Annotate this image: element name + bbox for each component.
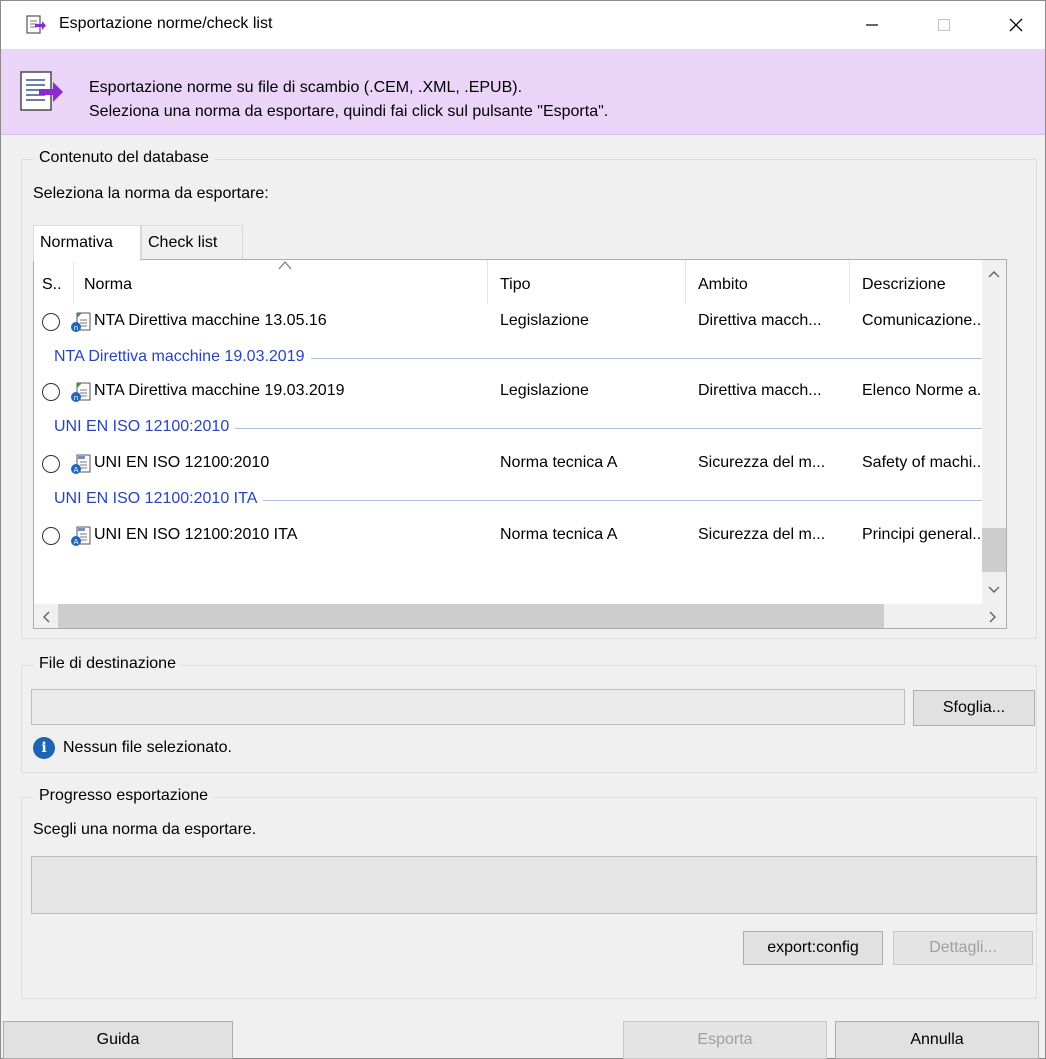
group-label: UNI EN ISO 12100:2010 ITA [54, 490, 264, 508]
column-header-tipo[interactable]: Tipo [488, 260, 686, 304]
group-header[interactable]: UNI EN ISO 12100:2010 ITA [34, 484, 1006, 514]
maximize-button[interactable] [915, 1, 973, 49]
select-norm-prompt: Seleziona la norma da esportare: [33, 185, 269, 202]
select-radio[interactable] [42, 455, 60, 473]
norms-list[interactable]: S.. Norma Tipo Ambito Descrizione n NTA … [33, 259, 1007, 629]
cell-ambito: Direttiva macch... [698, 382, 822, 399]
maximize-icon [938, 19, 950, 31]
legislation-doc-icon: n [71, 382, 91, 402]
banner-line-2: Seleziona una norma da esportare, quindi… [89, 103, 609, 120]
destination-file-input[interactable] [31, 689, 905, 725]
list-item[interactable]: A UNI EN ISO 12100:2010 Norma tecnica A … [34, 446, 1006, 482]
select-radio[interactable] [42, 383, 60, 401]
export-app-icon [26, 15, 46, 34]
cell-ambito: Sicurezza del m... [698, 454, 826, 471]
details-button[interactable]: Dettagli... [893, 931, 1033, 965]
vertical-scroll-thumb[interactable] [982, 528, 1006, 572]
window-title: Esportazione norme/check list [59, 15, 273, 32]
export-progress-bar [31, 856, 1037, 914]
title-bar: Esportazione norme/check list [1, 1, 1045, 49]
cell-norma: UNI EN ISO 12100:2010 ITA [94, 526, 298, 543]
cell-norma: NTA Direttiva macchine 13.05.16 [94, 312, 327, 329]
close-button[interactable] [987, 1, 1045, 49]
cell-tipo: Norma tecnica A [500, 526, 618, 543]
standard-doc-icon: A [71, 454, 91, 474]
svg-text:n: n [74, 324, 78, 332]
minimize-button[interactable] [843, 1, 901, 49]
column-header-ambito[interactable]: Ambito [686, 260, 850, 304]
group-label: NTA Direttiva macchine 19.03.2019 [54, 348, 311, 366]
cell-descrizione: Elenco Norme a.. [862, 382, 986, 399]
sort-ascending-icon [278, 261, 292, 270]
export-dialog: Esportazione norme/check list Esportazio… [0, 0, 1046, 1059]
banner-line-1: Esportazione norme su file di scambio (.… [89, 79, 523, 96]
cancel-button[interactable]: Annulla [835, 1021, 1039, 1059]
cell-descrizione: Principi general... [862, 526, 986, 543]
scroll-right-icon[interactable] [988, 610, 998, 626]
group-label: UNI EN ISO 12100:2010 [54, 418, 236, 436]
tab-check-list[interactable]: Check list [141, 225, 243, 259]
cell-norma: UNI EN ISO 12100:2010 [94, 454, 270, 471]
minimize-icon [866, 24, 878, 26]
column-header-descrizione[interactable]: Descrizione [850, 260, 984, 304]
cell-norma: NTA Direttiva macchine 19.03.2019 [94, 382, 345, 399]
svg-text:n: n [74, 394, 78, 402]
info-icon: i [33, 737, 55, 759]
list-item[interactable]: A UNI EN ISO 12100:2010 ITA Norma tecnic… [34, 518, 1006, 554]
export-config-button[interactable]: export:config [743, 931, 883, 965]
select-radio[interactable] [42, 313, 60, 331]
cell-descrizione: Comunicazione.. [862, 312, 982, 329]
document-export-icon [20, 71, 63, 111]
scroll-up-icon[interactable] [988, 266, 1000, 282]
vertical-scrollbar[interactable] [982, 260, 1006, 604]
cell-ambito: Direttiva macch... [698, 312, 822, 329]
list-header: S.. Norma Tipo Ambito Descrizione [34, 260, 1006, 304]
cell-ambito: Sicurezza del m... [698, 526, 826, 543]
database-group-title: Contenuto del database [33, 149, 215, 167]
select-radio[interactable] [42, 527, 60, 545]
legislation-doc-icon: n [71, 312, 91, 332]
horizontal-scrollbar[interactable] [34, 604, 1006, 628]
browse-button[interactable]: Sfoglia... [913, 690, 1035, 726]
header-banner: Esportazione norme su file di scambio (.… [1, 49, 1045, 135]
svg-text:A: A [74, 466, 79, 474]
scroll-left-icon[interactable] [41, 610, 51, 626]
export-button[interactable]: Esporta [623, 1021, 827, 1059]
progress-group-title: Progresso esportazione [33, 787, 214, 805]
standard-doc-icon: A [71, 526, 91, 546]
group-header[interactable]: UNI EN ISO 12100:2010 [34, 412, 1006, 442]
destination-status: Nessun file selezionato. [63, 739, 232, 756]
cell-tipo: Legislazione [500, 382, 589, 399]
column-header-select[interactable]: S.. [34, 260, 74, 304]
list-item[interactable]: n NTA Direttiva macchine 13.05.16 Legisl… [34, 304, 1006, 340]
help-button[interactable]: Guida [3, 1021, 233, 1059]
svg-text:A: A [74, 538, 79, 546]
cell-tipo: Legislazione [500, 312, 589, 329]
progress-status: Scegli una norma da esportare. [33, 821, 257, 838]
cell-descrizione: Safety of machi... [862, 454, 986, 471]
destination-group-title: File di destinazione [33, 655, 182, 673]
group-header[interactable]: NTA Direttiva macchine 19.03.2019 [34, 342, 1006, 372]
close-icon [1009, 18, 1023, 32]
scroll-down-icon[interactable] [988, 582, 1000, 598]
horizontal-scroll-thumb[interactable] [58, 604, 884, 628]
cell-tipo: Norma tecnica A [500, 454, 618, 471]
tab-normativa[interactable]: Normativa [33, 225, 141, 261]
list-item[interactable]: n NTA Direttiva macchine 19.03.2019 Legi… [34, 374, 1006, 410]
